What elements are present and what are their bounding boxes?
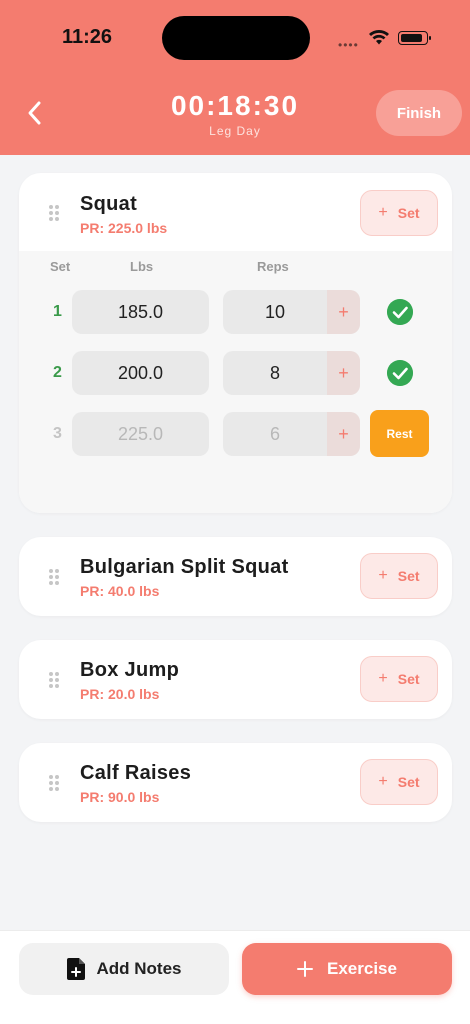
- reps-input[interactable]: 8: [223, 351, 327, 395]
- wifi-icon: [369, 30, 389, 45]
- exercise-pr: PR: 225.0 lbs: [80, 220, 168, 236]
- app-header: 11:26 •••• 00:18:30 Leg Day Finish: [0, 0, 470, 155]
- add-set-label: Set: [397, 205, 420, 221]
- sets-table: Set Lbs Reps 1 185.0 10 + 2 200.0 8 + 3 …: [19, 251, 452, 513]
- add-exercise-button[interactable]: Exercise: [242, 943, 452, 995]
- add-set-label: Set: [397, 671, 420, 687]
- add-notes-button[interactable]: Add Notes: [19, 943, 229, 995]
- signal-icon: ••••: [338, 38, 359, 52]
- add-set-button[interactable]: + Set: [360, 553, 438, 599]
- drag-handle-icon[interactable]: [49, 205, 59, 221]
- add-set-label: Set: [397, 774, 420, 790]
- add-set-button[interactable]: + Set: [360, 190, 438, 236]
- note-add-icon: [66, 958, 85, 980]
- drag-handle-icon[interactable]: [49, 569, 59, 585]
- rest-button[interactable]: Rest: [370, 410, 429, 457]
- exercise-card-squat: Squat PR: 225.0 lbs + Set Set Lbs Reps 1…: [19, 173, 452, 513]
- exercise-name: Bulgarian Split Squat: [80, 556, 289, 578]
- plus-icon: +: [378, 773, 388, 790]
- exercise-pr: PR: 40.0 lbs: [80, 583, 160, 599]
- reps-stepper: 6 +: [223, 412, 360, 456]
- add-set-button[interactable]: + Set: [360, 656, 438, 702]
- check-circle-icon[interactable]: [387, 299, 413, 325]
- header-lbs: Lbs: [130, 259, 154, 274]
- header-set: Set: [50, 259, 71, 274]
- plus-icon: +: [378, 204, 388, 221]
- lbs-input[interactable]: 185.0: [72, 290, 209, 334]
- set-number: 1: [53, 303, 62, 320]
- battery-icon: [398, 31, 431, 45]
- exercise-card-calf-raises: Calf Raises PR: 90.0 lbs + Set: [19, 743, 452, 822]
- add-set-label: Set: [397, 568, 420, 584]
- bottom-action-bar: Add Notes Exercise: [0, 930, 470, 1024]
- reps-input[interactable]: 6: [223, 412, 327, 456]
- add-exercise-label: Exercise: [327, 959, 397, 978]
- reps-plus-button[interactable]: +: [327, 351, 360, 395]
- exercise-name: Squat: [80, 193, 138, 215]
- exercise-card-bulgarian-split-squat: Bulgarian Split Squat PR: 40.0 lbs + Set: [19, 537, 452, 616]
- plus-icon: [297, 961, 314, 977]
- set-number: 2: [53, 364, 62, 381]
- reps-input[interactable]: 10: [223, 290, 327, 334]
- add-notes-label: Add Notes: [96, 959, 182, 978]
- exercise-pr: PR: 20.0 lbs: [80, 686, 160, 702]
- exercise-name: Box Jump: [80, 659, 180, 681]
- exercise-pr: PR: 90.0 lbs: [80, 789, 160, 805]
- plus-icon: +: [378, 670, 388, 687]
- finish-button[interactable]: Finish: [376, 90, 462, 136]
- lbs-input[interactable]: 200.0: [72, 351, 209, 395]
- reps-plus-button[interactable]: +: [327, 412, 360, 456]
- plus-icon: +: [378, 567, 388, 584]
- set-number: 3: [53, 425, 62, 442]
- reps-stepper: 10 +: [223, 290, 360, 334]
- header-reps: Reps: [257, 259, 289, 274]
- status-time: 11:26: [62, 26, 113, 48]
- lbs-input[interactable]: 225.0: [72, 412, 209, 456]
- reps-plus-button[interactable]: +: [327, 290, 360, 334]
- check-circle-icon[interactable]: [387, 360, 413, 386]
- drag-handle-icon[interactable]: [49, 672, 59, 688]
- drag-handle-icon[interactable]: [49, 775, 59, 791]
- reps-stepper: 8 +: [223, 351, 360, 395]
- exercise-name: Calf Raises: [80, 762, 192, 784]
- add-set-button[interactable]: + Set: [360, 759, 438, 805]
- exercise-card-box-jump: Box Jump PR: 20.0 lbs + Set: [19, 640, 452, 719]
- dynamic-island: [162, 16, 310, 60]
